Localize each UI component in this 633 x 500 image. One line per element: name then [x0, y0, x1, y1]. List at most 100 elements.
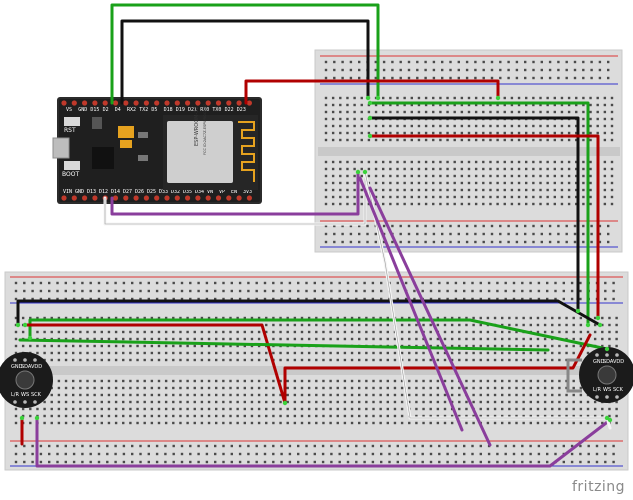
breadboard-hole: [350, 400, 354, 404]
breadboard-hole: [155, 289, 159, 293]
breadboard-hole: [471, 444, 474, 448]
pin-label-top: D15: [90, 107, 99, 113]
breadboard-hole: [107, 330, 111, 334]
breadboard-hole: [331, 202, 335, 206]
breadboard-hole: [229, 386, 232, 390]
breadboard-hole: [324, 174, 328, 178]
breadboard-hole: [386, 323, 389, 327]
breadboard-hole: [255, 452, 258, 456]
breadboard-hole: [143, 379, 146, 383]
pin-label-top: GND: [78, 107, 87, 113]
breadboard-hole: [496, 181, 499, 185]
breadboard-hole: [408, 330, 411, 334]
breadboard-hole: [503, 181, 506, 185]
breadboard-hole: [508, 407, 511, 411]
breadboard-hole: [399, 60, 402, 64]
breadboard-hole: [86, 414, 89, 418]
breadboard-hole: [496, 160, 499, 164]
breadboard-hole: [443, 393, 447, 397]
breadboard-hole: [396, 202, 399, 206]
breadboard-hole: [524, 224, 527, 228]
breadboard-hole: [250, 351, 254, 355]
breadboard-hole: [315, 400, 318, 404]
breadboard-hole: [590, 232, 593, 236]
breadboard-hole: [608, 323, 611, 327]
breadboard-hole: [122, 337, 125, 341]
breadboard-hole: [43, 400, 46, 404]
breadboard-hole: [64, 460, 67, 464]
breadboard-hole: [615, 330, 618, 334]
breadboard-hole: [565, 393, 568, 397]
breadboard-hole: [504, 281, 507, 285]
pin-label-bottom: D14: [111, 189, 120, 195]
breadboard-hole: [339, 160, 342, 164]
breadboard-hole: [263, 444, 267, 448]
breadboard-hole: [360, 202, 363, 206]
breadboard-hole: [339, 195, 342, 199]
breadboard-hole: [353, 202, 356, 206]
breadboard-hole: [557, 76, 560, 80]
breadboard-hole: [350, 351, 354, 355]
breadboard-hole: [532, 160, 535, 164]
breadboard-hole: [460, 160, 464, 164]
breadboard-hole: [558, 351, 561, 355]
breadboard-hole: [415, 323, 418, 327]
breadboard-hole: [479, 393, 482, 397]
breadboard-hole: [393, 351, 397, 355]
breadboard-hole: [436, 421, 440, 425]
breadboard-hole: [472, 344, 475, 348]
breadboard-hole: [31, 444, 34, 448]
breadboard-hole: [367, 174, 371, 178]
breadboard-hole: [193, 358, 196, 362]
breadboard-hole: [64, 407, 68, 411]
breadboard-hole: [590, 68, 593, 72]
breadboard-hole: [279, 400, 282, 404]
breadboard-hole: [272, 460, 275, 464]
breadboard-hole: [510, 160, 514, 164]
breadboard-hole: [489, 110, 492, 114]
breadboard-hole: [439, 131, 442, 135]
breadboard-hole: [391, 60, 394, 64]
breadboard-hole: [438, 452, 441, 456]
breadboard-hole: [363, 444, 366, 448]
breadboard-hole: [482, 232, 485, 236]
breadboard-hole: [386, 351, 389, 355]
breadboard-hole: [386, 330, 389, 334]
breadboard-hole: [458, 330, 461, 334]
breadboard-hole: [429, 393, 432, 397]
breadboard-hole: [272, 386, 275, 390]
breadboard-hole: [122, 379, 125, 383]
breadboard-hole: [333, 240, 336, 244]
breadboard-hole: [366, 224, 369, 228]
breadboard-hole: [315, 330, 318, 334]
breadboard-hole: [562, 297, 565, 301]
breadboard-hole: [360, 110, 363, 114]
breadboard-hole: [436, 393, 440, 397]
breadboard-hole: [403, 167, 406, 171]
breadboard-hole: [382, 76, 386, 80]
breadboard-hole: [93, 407, 96, 411]
mic-pin-label: WS: [21, 392, 29, 398]
breadboard-hole: [422, 421, 425, 425]
breadboard-hole: [371, 452, 375, 456]
breadboard-hole: [207, 337, 211, 341]
breadboard-hole: [457, 68, 460, 72]
breadboard-hole: [536, 358, 540, 362]
breadboard-hole: [479, 358, 482, 362]
breadboard-hole: [490, 76, 494, 80]
breadboard-hole: [415, 421, 418, 425]
breadboard-hole: [558, 379, 561, 383]
breadboard-hole: [343, 414, 347, 418]
breadboard-hole: [179, 379, 182, 383]
breadboard-hole: [396, 167, 399, 171]
breadboard-hole: [279, 323, 282, 327]
breadboard-hole: [200, 414, 204, 418]
breadboard-hole: [389, 188, 392, 192]
breadboard-hole: [548, 232, 552, 236]
breadboard-hole: [582, 188, 585, 192]
breadboard-hole: [453, 167, 456, 171]
breadboard-hole: [79, 344, 82, 348]
breadboard-hole: [603, 110, 607, 114]
breadboard-hole: [14, 421, 18, 425]
breadboard-hole: [86, 358, 89, 362]
